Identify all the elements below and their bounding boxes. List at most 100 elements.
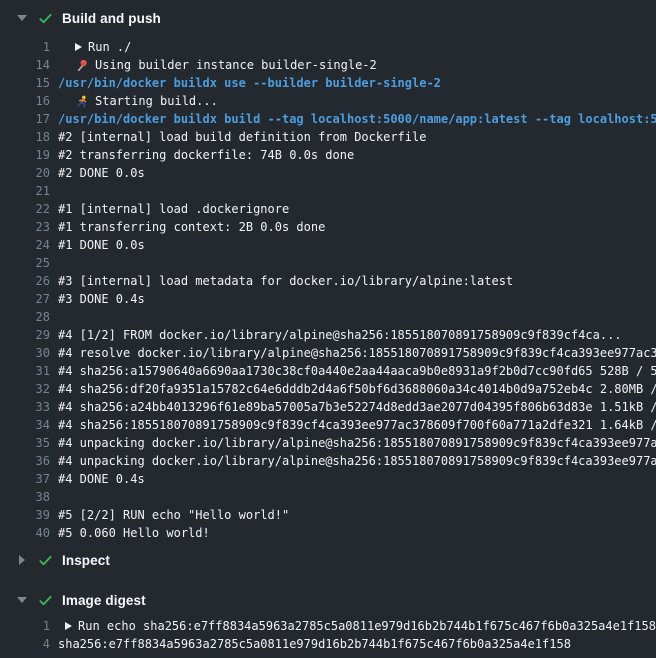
- line-number[interactable]: 39: [0, 506, 50, 524]
- log-line: 14 Using builder instance builder-single-…: [0, 56, 656, 74]
- log-text: /usr/bin/docker buildx use --builder bui…: [58, 74, 441, 92]
- collapse-chevron-icon[interactable]: [16, 594, 28, 606]
- section-header-inspect[interactable]: Inspect: [0, 548, 656, 572]
- log-line: 24 #1 DONE 0.0s: [0, 236, 656, 254]
- log-line-content: /usr/bin/docker buildx use --builder bui…: [58, 74, 441, 92]
- log-line-content: #3 DONE 0.4s: [58, 290, 145, 308]
- line-number[interactable]: 35: [0, 434, 50, 452]
- line-number[interactable]: 31: [0, 362, 50, 380]
- line-number[interactable]: 1: [0, 617, 50, 635]
- log-line: 32 #4 sha256:df20fa9351a15782c64e6dddb2d4…: [0, 380, 656, 398]
- section-title: Build and push: [62, 11, 161, 26]
- line-number[interactable]: 20: [0, 164, 50, 182]
- log-line-content: #2 transferring dockerfile: 74B 0.0s don…: [58, 146, 354, 164]
- log-text: #1 transferring context: 2B 0.0s done: [58, 218, 325, 236]
- line-number[interactable]: 30: [0, 344, 50, 362]
- log-line: 40#5 0.060 Hello world!: [0, 524, 656, 542]
- line-number[interactable]: 38: [0, 488, 50, 506]
- line-number[interactable]: 14: [0, 56, 50, 74]
- log-line: 19 #2 transferring dockerfile: 74B 0.0s d…: [0, 146, 656, 164]
- log-line: 16Starting build...: [0, 92, 656, 110]
- log-text: sha256:e7ff8834a5963a2785c5a0811e979d16b…: [58, 635, 571, 653]
- log-line: 25: [0, 254, 656, 272]
- run-group-expand-chevron-icon[interactable]: [65, 622, 72, 630]
- log-text: #4 unpacking docker.io/library/alpine@sh…: [58, 452, 656, 470]
- line-number[interactable]: 33: [0, 398, 50, 416]
- section-header-build-and-push[interactable]: Build and push: [0, 6, 656, 30]
- log-line-content: #4 unpacking docker.io/library/alpine@sh…: [58, 452, 656, 470]
- log-text: #4 [1/2] FROM docker.io/library/alpine@s…: [58, 326, 622, 344]
- log-line-content: #5 [2/2] RUN echo "Hello world!": [58, 506, 289, 524]
- line-number[interactable]: 23: [0, 218, 50, 236]
- log-line: 29 #4 [1/2] FROM docker.io/library/alpine…: [0, 326, 656, 344]
- log-text: #2 DONE 0.0s: [58, 164, 145, 182]
- log-section-image-digest: Image digest 1 Run echo sha256:e7ff8834a5…: [0, 588, 656, 653]
- line-number[interactable]: 37: [0, 470, 50, 488]
- line-number[interactable]: 27: [0, 290, 50, 308]
- log-line-content: #4 [1/2] FROM docker.io/library/alpine@s…: [58, 326, 622, 344]
- expand-chevron-icon[interactable]: [16, 554, 28, 566]
- log-section-build-and-push: Build and push 1 Run ./ 14 Using builder in…: [0, 6, 656, 548]
- log-line: 39 #5 [2/2] RUN echo "Hello world!": [0, 506, 656, 524]
- line-number[interactable]: 15: [0, 74, 50, 92]
- log-line: 34#4 sha256:185518070891758909c9f839cf4c…: [0, 416, 656, 434]
- line-number[interactable]: 19: [0, 146, 50, 164]
- line-number[interactable]: 28: [0, 308, 50, 326]
- log-line: 26#3 [internal] load metadata for docker…: [0, 272, 656, 290]
- line-number[interactable]: 29: [0, 326, 50, 344]
- section-title: Inspect: [62, 553, 110, 568]
- line-number[interactable]: 16: [0, 92, 50, 110]
- run-group-expand-chevron-icon[interactable]: [75, 43, 82, 51]
- log-line: 38: [0, 488, 656, 506]
- log-text: Run ./: [88, 38, 131, 56]
- log-line: 23 #1 transferring context: 2B 0.0s done: [0, 218, 656, 236]
- line-number[interactable]: 36: [0, 452, 50, 470]
- line-number[interactable]: 21: [0, 182, 50, 200]
- runner-icon: [75, 94, 89, 108]
- line-number[interactable]: 1: [0, 38, 50, 56]
- pushpin-icon: [75, 58, 89, 72]
- log-text: #4 sha256:a24bb4013296f61e89ba57005a7b3e…: [58, 398, 656, 416]
- log-text: #4 sha256:a15790640a6690aa1730c38cf0a440…: [58, 362, 656, 380]
- log-line: 4 sha256:e7ff8834a5963a2785c5a0811e979d16…: [0, 635, 656, 653]
- log-line-content: Using builder instance builder-single-2: [58, 56, 377, 74]
- log-lines: 1 Run echo sha256:e7ff8834a5963a2785c5a08…: [0, 612, 656, 653]
- log-text: #2 transferring dockerfile: 74B 0.0s don…: [58, 146, 354, 164]
- line-number[interactable]: 4: [0, 635, 50, 653]
- line-number[interactable]: 18: [0, 128, 50, 146]
- line-number[interactable]: 26: [0, 272, 50, 290]
- line-number[interactable]: 25: [0, 254, 50, 272]
- log-line: 20 #2 DONE 0.0s: [0, 164, 656, 182]
- line-number[interactable]: 24: [0, 236, 50, 254]
- log-text: #4 resolve docker.io/library/alpine@sha2…: [58, 344, 656, 362]
- log-text: #1 DONE 0.0s: [58, 236, 145, 254]
- log-line-content: #4 sha256:a24bb4013296f61e89ba57005a7b3e…: [58, 398, 656, 416]
- log-line-content: #4 resolve docker.io/library/alpine@sha2…: [58, 344, 656, 362]
- log-line: 31 #4 sha256:a15790640a6690aa1730c38cf0a4…: [0, 362, 656, 380]
- log-line: 37#4 DONE 0.4s: [0, 470, 656, 488]
- section-header-image-digest[interactable]: Image digest: [0, 588, 656, 612]
- section-title: Image digest: [62, 593, 146, 608]
- log-text: /usr/bin/docker buildx build --tag local…: [58, 110, 656, 128]
- log-line-content: /usr/bin/docker buildx build --tag local…: [58, 110, 656, 128]
- log-line: 30 #4 resolve docker.io/library/alpine@sh…: [0, 344, 656, 362]
- log-line: 21: [0, 182, 656, 200]
- log-line-content: #1 [internal] load .dockerignore: [58, 200, 289, 218]
- log-line-content: #4 sha256:df20fa9351a15782c64e6dddb2d4a6…: [58, 380, 656, 398]
- log-section-inspect: Inspect: [0, 548, 656, 572]
- collapse-chevron-icon[interactable]: [16, 12, 28, 24]
- log-line-content: sha256:e7ff8834a5963a2785c5a0811e979d16b…: [58, 635, 571, 653]
- success-check-icon: [38, 11, 53, 26]
- actions-log-viewer: Build and push 1Run ./14Using builder in…: [0, 0, 656, 658]
- log-text: #5 [2/2] RUN echo "Hello world!": [58, 506, 289, 524]
- line-number[interactable]: 32: [0, 380, 50, 398]
- line-number[interactable]: 17: [0, 110, 50, 128]
- line-number[interactable]: 34: [0, 416, 50, 434]
- log-line-content: #2 [internal] load build definition from…: [58, 128, 426, 146]
- line-number[interactable]: 22: [0, 200, 50, 218]
- log-text: #3 DONE 0.4s: [58, 290, 145, 308]
- line-number[interactable]: 40: [0, 524, 50, 542]
- log-line-content: #1 DONE 0.0s: [58, 236, 145, 254]
- log-line: 17/usr/bin/docker buildx build --tag loc…: [0, 110, 656, 128]
- log-line-content: Run echo sha256:e7ff8834a5963a2785c5a081…: [58, 617, 656, 635]
